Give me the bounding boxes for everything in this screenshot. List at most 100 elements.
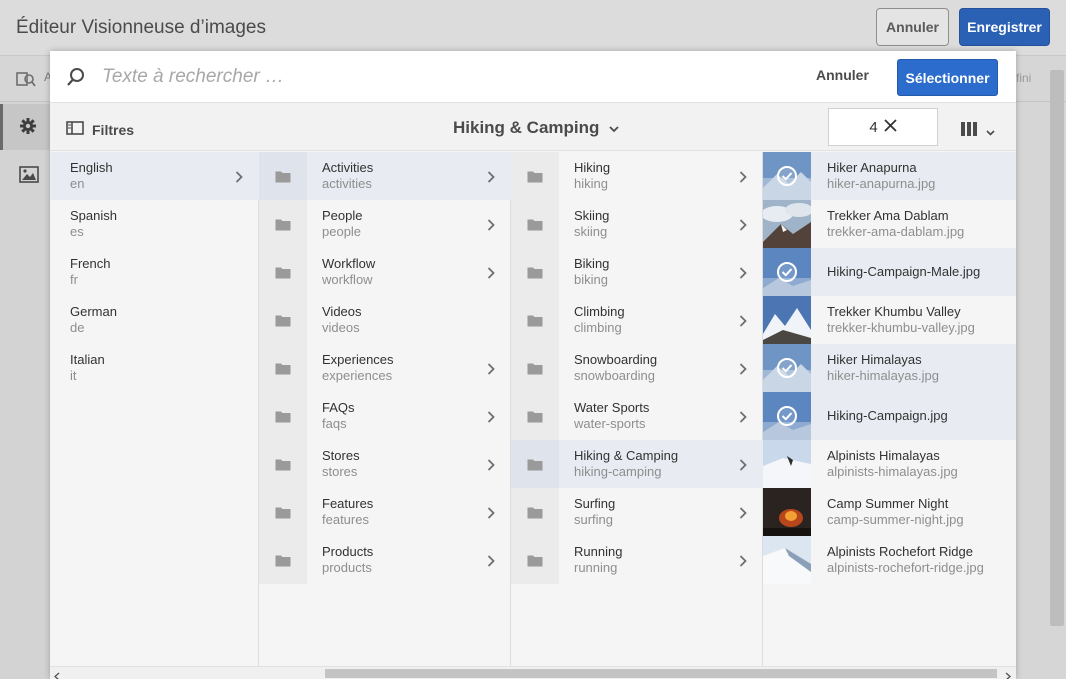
language-item[interactable]: Italian it (50, 344, 259, 392)
item-title: French (70, 256, 111, 271)
item-title: Activities (322, 160, 374, 175)
item-title: Water Sports (574, 400, 650, 415)
item-title: Italian (70, 352, 105, 367)
folder-item[interactable]: People people (259, 200, 511, 248)
folder-item[interactable]: Surfing surfing (511, 488, 763, 536)
asset-item[interactable]: Trekker Ama Dablam trekker-ama-dablam.jpg (763, 200, 1016, 248)
item-title: FAQs (322, 400, 355, 415)
item-text: Climbing climbing (574, 304, 625, 336)
asset-filename: trekker-ama-dablam.jpg (827, 224, 965, 239)
item-text: Hiking-Campaign.jpg (827, 408, 948, 424)
chevron-right-icon (739, 506, 747, 524)
asset-thumbnail[interactable] (763, 248, 811, 296)
item-text: French fr (70, 256, 110, 288)
language-item[interactable]: English en (50, 152, 259, 200)
folder-item[interactable]: Climbing climbing (511, 296, 763, 344)
folder-item[interactable]: Hiking & Camping hiking-camping (511, 440, 763, 488)
image-icon[interactable] (19, 166, 39, 188)
asset-item[interactable]: Hiker Himalayas hiker-himalayas.jpg (763, 344, 1016, 392)
folder-item[interactable]: Snowboarding snowboarding (511, 344, 763, 392)
asset-thumbnail[interactable] (763, 296, 811, 344)
item-text: Water Sports water-sports (574, 400, 649, 432)
chevron-right-icon (487, 458, 495, 476)
item-title: Running (574, 544, 623, 559)
asset-thumbnail[interactable] (763, 440, 811, 488)
asset-item[interactable]: Trekker Khumbu Valley trekker-khumbu-vall… (763, 296, 1016, 344)
folder-item[interactable]: Features features (259, 488, 511, 536)
selection-count[interactable]: 4 (828, 108, 938, 146)
asset-thumbnail[interactable] (763, 152, 811, 200)
asset-thumbnail[interactable] (763, 488, 811, 536)
asset-item[interactable]: Camp Summer Night camp-summer-night.jpg (763, 488, 1016, 536)
filters-toggle[interactable]: Filtres (66, 121, 134, 138)
section-column: Activities activities People people Workflow… (259, 152, 511, 666)
asset-item[interactable]: Hiking-Campaign.jpg (763, 392, 1016, 440)
item-text: Trekker Ama Dablam trekker-ama-dablam.jpg (827, 208, 964, 240)
folder-item[interactable]: Water Sports water-sports (511, 392, 763, 440)
language-item[interactable]: Spanish es (50, 200, 259, 248)
folder-item[interactable]: Videos videos (259, 296, 511, 344)
view-switcher[interactable] (960, 121, 995, 142)
folder-item[interactable]: FAQs faqs (259, 392, 511, 440)
editor-header: Éditeur Visionneuse d’images Annuler Enr… (0, 0, 1066, 56)
asset-thumbnail[interactable] (763, 536, 811, 584)
chevron-right-icon (487, 506, 495, 524)
asset-thumbnail[interactable] (763, 200, 811, 248)
folder-item[interactable]: Experiences experiences (259, 344, 511, 392)
item-title: Features (322, 496, 374, 511)
item-name: videos (322, 320, 360, 335)
breadcrumb[interactable]: Hiking & Camping (453, 118, 620, 138)
asset-thumbnail[interactable] (763, 344, 811, 392)
view-chevron-down-icon (986, 123, 995, 141)
folder-icon (259, 440, 307, 488)
scrollbar-thumb[interactable] (325, 669, 997, 678)
asset-thumbnail[interactable] (763, 392, 811, 440)
folder-item[interactable]: Skiing skiing (511, 200, 763, 248)
asset-title: Camp Summer Night (827, 496, 949, 511)
chevron-right-icon (739, 554, 747, 572)
chevron-right-icon (487, 554, 495, 572)
chevron-right-icon (487, 362, 495, 380)
language-item[interactable]: French fr (50, 248, 259, 296)
language-item[interactable]: German de (50, 296, 259, 344)
asset-item[interactable]: Alpinists Himalayas alpinists-himalayas.j… (763, 440, 1016, 488)
folder-item[interactable]: Biking biking (511, 248, 763, 296)
item-text: Spanish es (70, 208, 117, 240)
folder-icon (259, 152, 307, 200)
search-input[interactable] (102, 63, 702, 91)
item-text: Hiking & Camping hiking-camping (574, 448, 678, 480)
item-text: Running running (574, 544, 622, 576)
item-name: de (70, 320, 85, 335)
clear-selection-icon[interactable] (884, 118, 897, 136)
item-name: stores (322, 464, 358, 479)
search-bar: Annuler Sélectionner (50, 51, 1016, 103)
chevron-right-icon (487, 170, 495, 188)
item-name: it (70, 368, 77, 383)
asset-item[interactable]: Alpinists Rochefort Ridge alpinists-roche… (763, 536, 1016, 584)
folder-item[interactable]: Running running (511, 536, 763, 584)
folder-item[interactable]: Hiking hiking (511, 152, 763, 200)
item-name: hiking (574, 176, 608, 191)
folder-item[interactable]: Workflow workflow (259, 248, 511, 296)
settings-gear-icon[interactable] (19, 117, 37, 140)
asset-search-icon[interactable] (16, 70, 36, 93)
item-title: Climbing (574, 304, 625, 319)
chevron-right-icon (487, 218, 495, 236)
folder-item[interactable]: Stores stores (259, 440, 511, 488)
asset-item[interactable]: Hiker Anapurna hiker-anapurna.jpg (763, 152, 1016, 200)
editor-scrollbar[interactable] (1050, 70, 1064, 626)
item-text: Italian it (70, 352, 105, 384)
folder-item[interactable]: Activities activities (259, 152, 511, 200)
editor-save-button[interactable]: Enregistrer (959, 8, 1050, 46)
scroll-right-icon[interactable] (1005, 668, 1012, 679)
scroll-left-icon[interactable] (53, 668, 60, 679)
dialog-cancel-button[interactable]: Annuler (816, 67, 869, 83)
item-title: Workflow (322, 256, 376, 271)
editor-cancel-button[interactable]: Annuler (876, 8, 949, 46)
asset-item[interactable]: Hiking-Campaign-Male.jpg (763, 248, 1016, 296)
select-button[interactable]: Sélectionner (897, 59, 998, 96)
item-text: Products products (322, 544, 373, 576)
folder-item[interactable]: Products products (259, 536, 511, 584)
horizontal-scrollbar[interactable] (50, 666, 1016, 679)
folder-icon (511, 248, 559, 296)
